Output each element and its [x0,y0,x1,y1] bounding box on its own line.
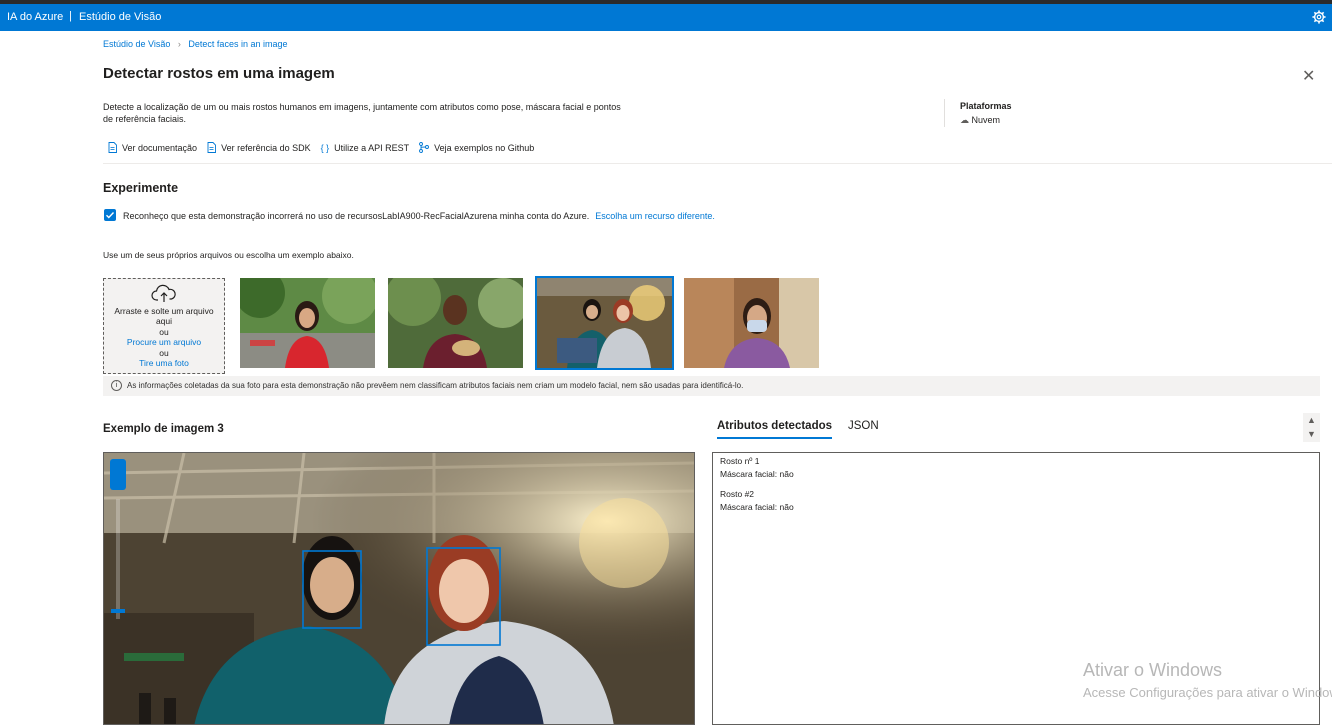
close-icon[interactable]: ✕ [1302,66,1315,86]
link-rest-api-label: Utilize a API REST [334,142,410,153]
top-bar: IA do Azure | Estúdio de Visão [0,4,1332,31]
sample-thumbnail-2[interactable] [388,278,523,368]
zoom-slider-marker [111,609,125,613]
page-title: Detectar rostos em uma imagem [103,65,335,82]
browse-file-link[interactable]: Procure um arquivo [104,337,224,348]
file-drop-zone[interactable]: Arraste e solte um arquivo aqui ou Procu… [103,278,225,374]
platforms-value: ☁ Nuvem [960,115,1000,126]
result-tabs: Atributos detectados JSON [717,420,879,439]
info-icon: i [111,380,122,391]
divider [103,163,1332,164]
tab-detected-attributes[interactable]: Atributos detectados [717,420,833,439]
take-photo-link[interactable]: Tire uma foto [104,358,224,369]
sample-thumbnail-3[interactable] [535,276,674,370]
result-face-name: Rosto #2 [720,489,755,499]
zoom-slider[interactable] [110,459,126,619]
results-scrollbar[interactable]: ▲ ▼ [1303,413,1320,442]
result-face-name: Rosto nº 1 [720,456,760,466]
ack-label: Reconheço que esta demonstração incorrer… [123,211,590,221]
brand-separator: | [69,10,72,22]
link-sdk-reference-label: Ver referência do SDK [221,142,311,153]
document-icon [207,142,217,153]
drop-text: Arraste e solte um arquivo aqui [114,305,214,327]
gear-icon[interactable] [1312,10,1326,24]
choose-resource-link[interactable]: Escolha um recurso diferente. [595,211,715,221]
zoom-slider-track [116,499,120,619]
checkmark-icon [106,212,115,219]
branch-icon [419,142,430,153]
scroll-up-icon[interactable]: ▲ [1303,413,1320,427]
platforms-value-text: Nuvem [971,115,1001,125]
sample-instructions: Use um de seus próprios arquivos ou esco… [103,250,354,260]
scroll-down-icon[interactable]: ▼ [1303,427,1320,441]
link-github-samples-label: Veja exemplos no Github [434,142,535,153]
page-description: Detecte a localização de um ou mais rost… [103,102,621,124]
platforms-label: Plataformas [960,101,1012,111]
drop-or: ou [159,347,169,358]
windows-activation-text: Acesse Configurações para ativar o Windo… [1083,685,1332,700]
braces-icon: { } [320,142,330,153]
link-rest-api[interactable]: { } Utilize a API REST [321,143,410,153]
breadcrumb: Estúdio de Visão › Detect faces in an im… [103,39,287,49]
sample-thumbnail-1[interactable] [240,278,375,368]
studio-label[interactable]: Estúdio de Visão [79,11,161,23]
tab-json[interactable]: JSON [848,420,879,439]
divider [944,99,945,127]
ack-checkbox[interactable] [104,209,116,221]
windows-activation-title: Ativar o Windows [1083,660,1223,680]
link-github-samples[interactable]: Veja exemplos no Github [419,142,534,153]
document-icon [108,142,117,153]
drop-or: ou [159,326,169,337]
resource-links: Ver documentação Ver referência do SDK {… [108,142,534,153]
result-face-attr: Máscara facial: não [720,469,794,479]
sample-image-title: Exemplo de imagem 3 [103,423,224,435]
breadcrumb-home[interactable]: Estúdio de Visão [103,39,170,49]
result-face-1: Rosto nº 1 Máscara facial: não [720,455,1312,481]
result-face-2: Rosto #2 Máscara facial: não [720,488,1312,514]
link-sdk-reference[interactable]: Ver referência do SDK [207,142,311,153]
ack-text: Reconheço que esta demonstração incorrer… [123,211,715,221]
sample-thumbnail-4[interactable] [684,278,819,368]
privacy-info-text: As informações coletadas da sua foto par… [127,381,744,390]
breadcrumb-current[interactable]: Detect faces in an image [188,39,287,49]
result-face-attr: Máscara facial: não [720,502,794,512]
cloud-icon: ☁ [960,115,969,125]
analyzed-photo [104,453,694,724]
privacy-info-bar: i As informações coletadas da sua foto p… [103,376,1320,396]
experiment-heading: Experimente [103,181,179,195]
zoom-slider-handle[interactable] [110,459,126,490]
cloud-upload-icon [151,284,176,302]
chevron-right-icon: › [177,39,181,49]
brand-label[interactable]: IA do Azure [7,11,63,23]
link-documentation-label: Ver documentação [122,142,198,153]
link-documentation[interactable]: Ver documentação [108,142,197,153]
analyzed-image [103,452,695,725]
